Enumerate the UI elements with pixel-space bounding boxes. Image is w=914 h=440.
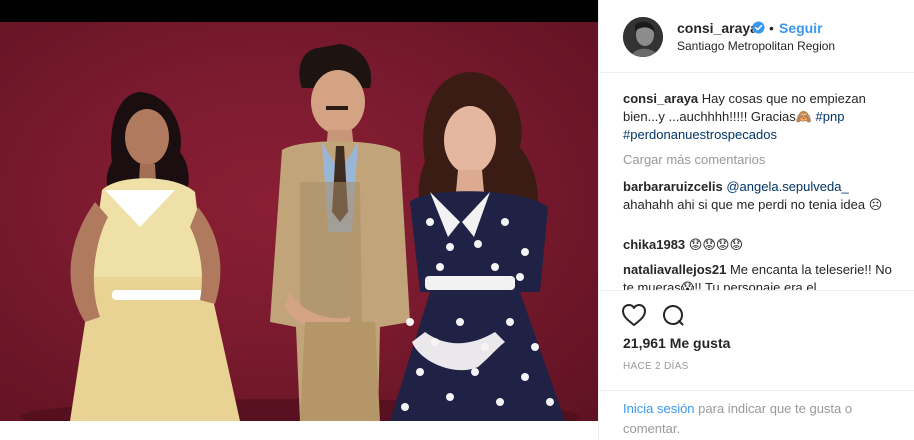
post-actions: 21,961 Me gusta HACE 2 DÍAS Inicia sesió…	[599, 290, 914, 440]
comment-icon[interactable]	[661, 303, 685, 327]
post-header: consi_araya • Seguir Santiago Metropolit…	[599, 0, 914, 73]
post-location[interactable]: Santiago Metropolitan Region	[677, 39, 835, 53]
post-side-panel: consi_araya • Seguir Santiago Metropolit…	[598, 0, 914, 440]
figure-right-woman	[390, 72, 565, 421]
post-media	[0, 0, 598, 440]
login-text: Inicia sesión para indicar que te gusta …	[623, 399, 893, 439]
comment-username[interactable]: nataliavallejos21	[623, 262, 726, 277]
heart-icon[interactable]	[621, 303, 647, 327]
list-item: barbararuizcelis @angela.sepulveda_ ahah…	[623, 178, 893, 214]
caption-username[interactable]: consi_araya	[623, 91, 698, 106]
photo-illustration	[20, 44, 580, 421]
header-separator: •	[769, 20, 774, 36]
caption: consi_araya Hay cosas que no empiezan bi…	[623, 90, 893, 144]
comment-text: 😟😟😟😟	[688, 237, 744, 252]
avatar[interactable]	[623, 17, 663, 57]
comment-mention[interactable]: @angela.sepulveda_	[726, 179, 848, 194]
hashtag-link[interactable]: #pnp	[816, 109, 845, 124]
follow-button[interactable]: Seguir	[779, 20, 823, 36]
hashtag-link[interactable]: #perdonanuestrospecados	[623, 127, 777, 142]
verified-badge-icon	[752, 21, 765, 34]
post-username[interactable]: consi_araya	[677, 20, 758, 36]
load-more-comments-button[interactable]: Cargar más comentarios	[623, 151, 765, 169]
list-item: chika1983 😟😟😟😟	[623, 236, 893, 254]
login-link[interactable]: Inicia sesión	[623, 401, 695, 416]
figure-left-woman	[70, 92, 240, 421]
avatar-image	[623, 17, 663, 57]
post-photo[interactable]	[0, 22, 598, 421]
figure-center-man	[270, 44, 410, 421]
media-letterbox-bottom	[0, 421, 598, 440]
list-item: nataliavallejos21 Me encanta la teleseri…	[623, 261, 893, 290]
comment-username[interactable]: chika1983	[623, 237, 685, 252]
comment-text: ahahahh ahi si que me perdi no tenia ide…	[623, 197, 883, 212]
likes-count[interactable]: 21,961 Me gusta	[623, 335, 730, 351]
post-timestamp[interactable]: HACE 2 DÍAS	[623, 361, 689, 372]
login-prompt: Inicia sesión para indicar que te gusta …	[599, 390, 914, 440]
comment-username[interactable]: barbararuizcelis	[623, 179, 723, 194]
media-letterbox-top	[0, 0, 598, 22]
